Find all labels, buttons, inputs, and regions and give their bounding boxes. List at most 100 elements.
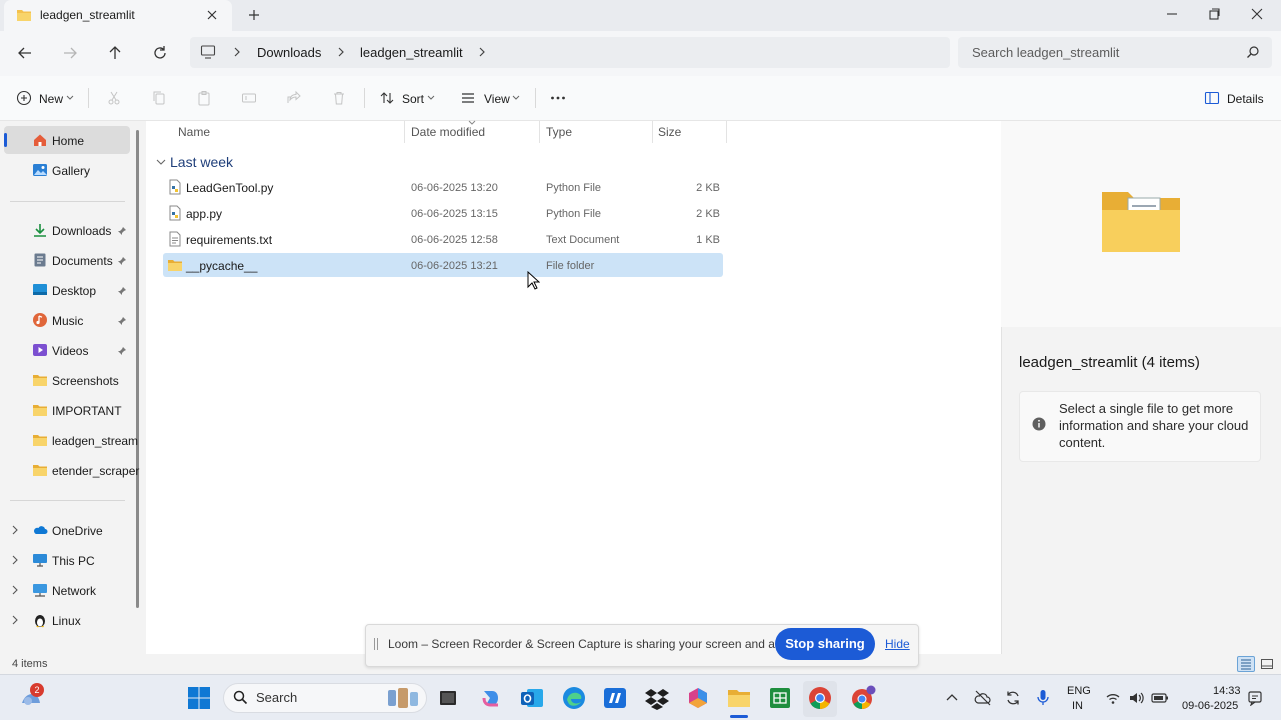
cut-icon[interactable]: [106, 90, 122, 106]
pin-icon[interactable]: [117, 286, 127, 296]
window-close-icon[interactable]: [1249, 6, 1265, 22]
sidebar-item-label: leadgen_stream: [52, 434, 139, 448]
edge-icon[interactable]: [561, 685, 587, 711]
column-divider[interactable]: [404, 121, 405, 143]
battery-icon[interactable]: [1151, 690, 1169, 706]
clock-time[interactable]: 14:33: [1213, 685, 1241, 697]
forward-arrow-icon[interactable]: [61, 44, 79, 62]
breadcrumb-leadgen-streamlit[interactable]: leadgen_streamlit: [360, 45, 463, 60]
group-header[interactable]: Last week: [170, 154, 233, 170]
language-region[interactable]: IN: [1072, 700, 1083, 712]
chevron-down-icon[interactable]: [512, 95, 520, 101]
task-view-icon[interactable]: [435, 685, 461, 711]
delete-icon[interactable]: [331, 90, 347, 106]
monitor-icon[interactable]: [200, 45, 216, 59]
volume-icon[interactable]: [1128, 690, 1144, 706]
copy-icon[interactable]: [151, 90, 167, 106]
taskbar-search-label: Search: [256, 690, 298, 705]
refresh-icon[interactable]: [151, 44, 169, 62]
videos-icon: [32, 342, 48, 358]
wifi-icon[interactable]: [1105, 690, 1121, 706]
windows-start-icon[interactable]: [186, 685, 212, 711]
copilot-icon[interactable]: [478, 685, 504, 711]
search-icon[interactable]: [1246, 45, 1260, 59]
search-icon: [233, 690, 248, 705]
stop-sharing-button[interactable]: Stop sharing: [775, 628, 875, 660]
chevron-up-icon[interactable]: [944, 690, 960, 706]
file-type: Python File: [546, 208, 602, 220]
pin-icon[interactable]: [117, 226, 127, 236]
documents-icon: [32, 252, 48, 268]
column-header-size[interactable]: Size: [658, 125, 681, 139]
share-icon[interactable]: [286, 90, 302, 106]
chevron-right-icon[interactable]: [11, 585, 19, 595]
maximize-icon[interactable]: [1206, 6, 1222, 22]
details-message: Select a single file to get more informa…: [1059, 401, 1249, 450]
details-pane-icon[interactable]: [1204, 90, 1220, 106]
column-divider[interactable]: [726, 121, 727, 143]
view-icon[interactable]: [460, 90, 476, 106]
up-arrow-icon[interactable]: [106, 44, 124, 62]
sidebar-item-label: Downloads: [52, 224, 112, 238]
drag-handle-icon[interactable]: [373, 637, 379, 651]
dropbox-icon[interactable]: [644, 685, 670, 711]
chevron-right-icon[interactable]: [232, 46, 242, 58]
view-button[interactable]: View: [484, 92, 510, 106]
chevron-down-icon[interactable]: [156, 158, 166, 166]
sync-icon[interactable]: [1004, 689, 1022, 707]
hp-smart-icon[interactable]: [602, 685, 628, 711]
pin-icon[interactable]: [117, 256, 127, 266]
chevron-right-icon[interactable]: [11, 525, 19, 535]
linux-icon: [32, 612, 48, 628]
language-indicator[interactable]: ENG: [1067, 685, 1091, 697]
cloud-off-icon[interactable]: [974, 689, 992, 707]
pin-icon[interactable]: [117, 346, 127, 356]
paste-icon[interactable]: [196, 90, 212, 106]
search-input[interactable]: Search leadgen_streamlit: [972, 45, 1119, 60]
notifications-icon[interactable]: [1248, 690, 1262, 706]
chevron-right-icon[interactable]: [11, 615, 19, 625]
sheets-icon[interactable]: [767, 685, 793, 711]
more-options-icon[interactable]: [550, 90, 566, 106]
clock-date[interactable]: 09-06-2025: [1182, 700, 1238, 712]
column-divider[interactable]: [652, 121, 653, 143]
column-header-type[interactable]: Type: [546, 125, 572, 139]
minimize-icon[interactable]: [1164, 6, 1180, 22]
new-plus-icon[interactable]: [16, 90, 32, 106]
nav-scrollbar[interactable]: [136, 130, 139, 608]
details-button[interactable]: Details: [1227, 92, 1264, 106]
outlook-icon[interactable]: [519, 685, 545, 711]
column-header-date[interactable]: Date modified: [411, 125, 485, 139]
microsoft365-icon[interactable]: [685, 685, 711, 711]
file-name: __pycache__: [186, 259, 258, 273]
item-count: 4 items: [12, 658, 48, 670]
breadcrumb-downloads[interactable]: Downloads: [257, 45, 321, 60]
tiles-view-icon[interactable]: [1260, 657, 1274, 671]
python-file-icon: [167, 205, 183, 221]
column-divider[interactable]: [539, 121, 540, 143]
hide-link[interactable]: Hide: [885, 637, 910, 651]
close-icon[interactable]: [204, 7, 220, 23]
new-button[interactable]: New: [39, 92, 63, 106]
column-header-name[interactable]: Name: [178, 125, 210, 139]
file-name: app.py: [186, 207, 223, 221]
pin-icon[interactable]: [117, 316, 127, 326]
chevron-right-icon[interactable]: [477, 46, 487, 58]
microphone-icon[interactable]: [1035, 689, 1051, 707]
details-title: leadgen_streamlit (4 items): [1019, 354, 1200, 371]
file-explorer-icon[interactable]: [726, 685, 752, 711]
chevron-down-icon[interactable]: [66, 95, 74, 101]
sort-button[interactable]: Sort: [402, 92, 424, 106]
separator: [10, 201, 125, 202]
sort-icon[interactable]: [379, 90, 395, 106]
chevron-down-icon[interactable]: [427, 95, 435, 101]
chevron-right-icon[interactable]: [11, 555, 19, 565]
details-view-button[interactable]: [1237, 656, 1255, 672]
rename-icon[interactable]: [241, 90, 257, 106]
back-arrow-icon[interactable]: [16, 44, 34, 62]
chrome-icon[interactable]: [807, 685, 833, 711]
file-type: File folder: [546, 260, 595, 272]
add-tab-icon[interactable]: [246, 7, 262, 23]
chevron-right-icon[interactable]: [336, 46, 346, 58]
chrome-profile-icon[interactable]: [850, 685, 876, 711]
